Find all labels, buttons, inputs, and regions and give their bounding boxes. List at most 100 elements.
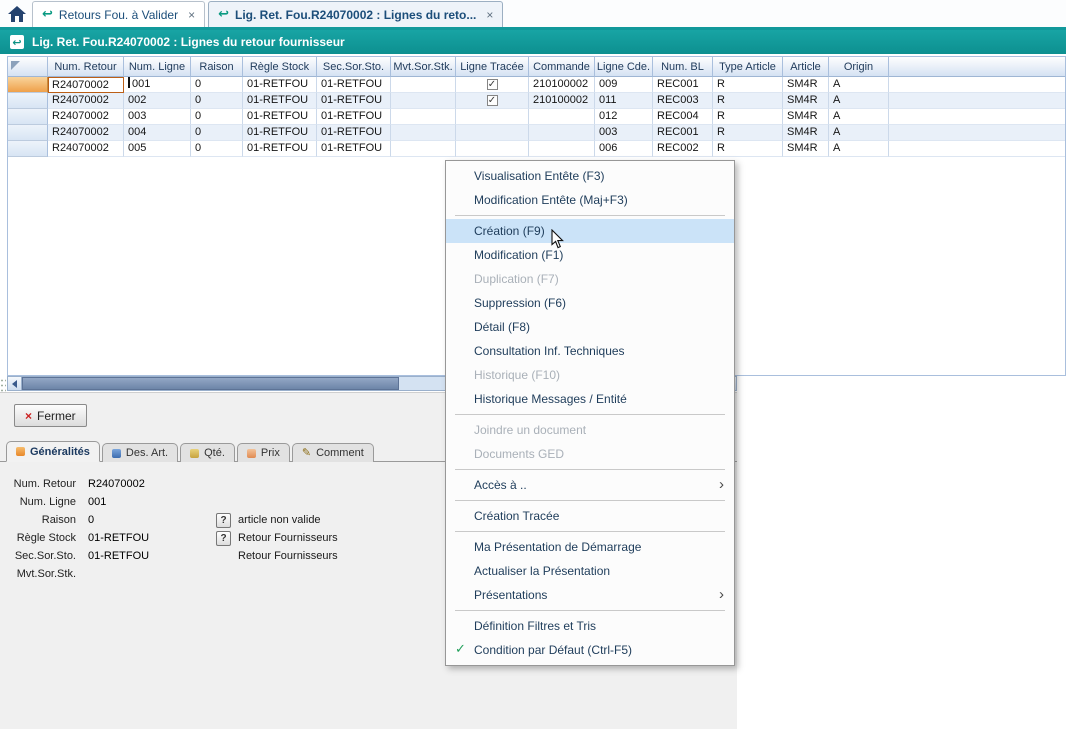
table-row[interactable]: R24070002002001-RETFOU01-RETFOU✓21010000… [8, 93, 1065, 109]
document-tab[interactable]: ↩Lig. Ret. Fou.R24070002 : Lignes du ret… [208, 1, 503, 27]
grid-cell[interactable]: A [829, 125, 889, 141]
grid-cell[interactable]: 003 [595, 125, 653, 141]
grid-cell[interactable] [391, 141, 456, 157]
column-header[interactable]: Num. Ligne [124, 57, 191, 77]
column-header[interactable]: Règle Stock [243, 57, 317, 77]
checked-checkbox[interactable]: ✓ [487, 95, 498, 106]
row-marker[interactable] [8, 109, 48, 125]
grid-cell[interactable]: SM4R [783, 125, 829, 141]
grid-cell[interactable] [391, 109, 456, 125]
column-header[interactable]: Num. Retour [48, 57, 124, 77]
grid-corner-header[interactable] [8, 57, 48, 77]
ligne-tracee-cell[interactable] [456, 109, 529, 125]
grid-cell[interactable]: SM4R [783, 93, 829, 109]
grid-cell[interactable]: R [713, 109, 783, 125]
grid-cell[interactable]: 01-RETFOU [317, 125, 391, 141]
grid-cell[interactable]: R24070002 [48, 93, 124, 109]
detail-tab[interactable]: Qté. [180, 443, 235, 462]
menu-item[interactable]: Visualisation Entête (F3) [446, 164, 734, 188]
menu-item[interactable]: Détail (F8) [446, 315, 734, 339]
grid-cell[interactable]: 006 [595, 141, 653, 157]
menu-item[interactable]: Accès à ..› [446, 473, 734, 497]
menu-item[interactable]: Création Tracée [446, 504, 734, 528]
ligne-tracee-cell[interactable]: ✓ [456, 77, 529, 93]
menu-item[interactable]: Ma Présentation de Démarrage [446, 535, 734, 559]
grid-cell[interactable]: 0 [191, 109, 243, 125]
grid-cell[interactable] [391, 125, 456, 141]
grid-cell[interactable]: 01-RETFOU [317, 93, 391, 109]
grid-cell[interactable]: SM4R [783, 77, 829, 93]
ligne-tracee-cell[interactable]: ✓ [456, 93, 529, 109]
grid-cell[interactable]: A [829, 93, 889, 109]
grid-cell[interactable]: 210100002 [529, 93, 595, 109]
fermer-button[interactable]: × Fermer [14, 404, 87, 427]
menu-item[interactable]: Définition Filtres et Tris [446, 614, 734, 638]
table-row[interactable]: R24070002005001-RETFOU01-RETFOU006REC002… [8, 141, 1065, 157]
ligne-tracee-cell[interactable] [456, 125, 529, 141]
grid-cell[interactable] [529, 125, 595, 141]
column-header[interactable]: Mvt.Sor.Stk. [391, 57, 456, 77]
row-marker[interactable] [8, 77, 48, 93]
column-header[interactable]: Ligne Cde. [595, 57, 653, 77]
grid-cell[interactable]: 003 [124, 109, 191, 125]
row-marker[interactable] [8, 125, 48, 141]
column-header[interactable]: Sec.Sor.Sto. [317, 57, 391, 77]
grid-cell[interactable]: A [829, 77, 889, 93]
column-header[interactable]: Raison [191, 57, 243, 77]
grid-cell[interactable]: 001 [124, 77, 191, 93]
menu-item[interactable]: Modification Entête (Maj+F3) [446, 188, 734, 212]
grid-cell[interactable]: 012 [595, 109, 653, 125]
grid-cell[interactable]: REC003 [653, 93, 713, 109]
grid-cell[interactable]: 01-RETFOU [317, 109, 391, 125]
grid-cell[interactable]: REC001 [653, 77, 713, 93]
checked-checkbox[interactable]: ✓ [487, 79, 498, 90]
column-header[interactable]: Ligne Tracée [456, 57, 529, 77]
grid-cell[interactable]: 011 [595, 93, 653, 109]
grid-cell[interactable]: 01-RETFOU [317, 77, 391, 93]
detail-tab[interactable]: ✎Comment [292, 443, 374, 462]
grid-cell[interactable]: A [829, 109, 889, 125]
menu-item[interactable]: Consultation Inf. Techniques [446, 339, 734, 363]
grid-cell[interactable]: SM4R [783, 141, 829, 157]
table-row[interactable]: R24070002003001-RETFOU01-RETFOU012REC004… [8, 109, 1065, 125]
grid-cell[interactable]: R [713, 141, 783, 157]
menu-item[interactable]: Modification (F1) [446, 243, 734, 267]
table-row[interactable]: R24070002004001-RETFOU01-RETFOU003REC001… [8, 125, 1065, 141]
grid-cell[interactable]: 004 [124, 125, 191, 141]
grid-cell[interactable] [529, 141, 595, 157]
column-header[interactable]: Origin [829, 57, 889, 77]
grid-cell[interactable]: 01-RETFOU [243, 125, 317, 141]
grid-cell[interactable]: A [829, 141, 889, 157]
grid-cell[interactable]: REC001 [653, 125, 713, 141]
grid-cell[interactable]: REC004 [653, 109, 713, 125]
grid-cell[interactable]: 002 [124, 93, 191, 109]
scroll-left-button[interactable] [8, 377, 22, 390]
table-row[interactable]: R24070002001001-RETFOU01-RETFOU✓21010000… [8, 77, 1065, 93]
column-header[interactable]: Commande [529, 57, 595, 77]
grid-cell[interactable]: 01-RETFOU [243, 109, 317, 125]
grid-cell[interactable] [391, 77, 456, 93]
grid-cell[interactable]: R [713, 125, 783, 141]
menu-item[interactable]: Présentations› [446, 583, 734, 607]
document-tab[interactable]: ↩Retours Fou. à Valider× [32, 1, 205, 27]
grid-cell[interactable]: 0 [191, 93, 243, 109]
grid-cell[interactable] [529, 109, 595, 125]
grid-cell[interactable]: R [713, 93, 783, 109]
menu-item[interactable]: Historique Messages / Entité [446, 387, 734, 411]
grid-cell[interactable]: R24070002 [48, 125, 124, 141]
grid-cell[interactable]: REC002 [653, 141, 713, 157]
menu-item[interactable]: Création (F9) [446, 219, 734, 243]
grid-cell[interactable]: R24070002 [48, 77, 124, 93]
ligne-tracee-cell[interactable] [456, 141, 529, 157]
grid-cell[interactable]: 01-RETFOU [243, 141, 317, 157]
row-marker[interactable] [8, 93, 48, 109]
grid-cell[interactable]: 0 [191, 125, 243, 141]
grid-cell[interactable]: 01-RETFOU [243, 77, 317, 93]
detail-tab[interactable]: Des. Art. [102, 443, 178, 462]
grid-cell[interactable]: R24070002 [48, 109, 124, 125]
grid-cell[interactable]: 210100002 [529, 77, 595, 93]
column-header[interactable]: Type Article [713, 57, 783, 77]
tab-close-icon[interactable]: × [486, 8, 493, 22]
grid-cell[interactable]: 01-RETFOU [317, 141, 391, 157]
detail-tab[interactable]: Prix [237, 443, 290, 462]
